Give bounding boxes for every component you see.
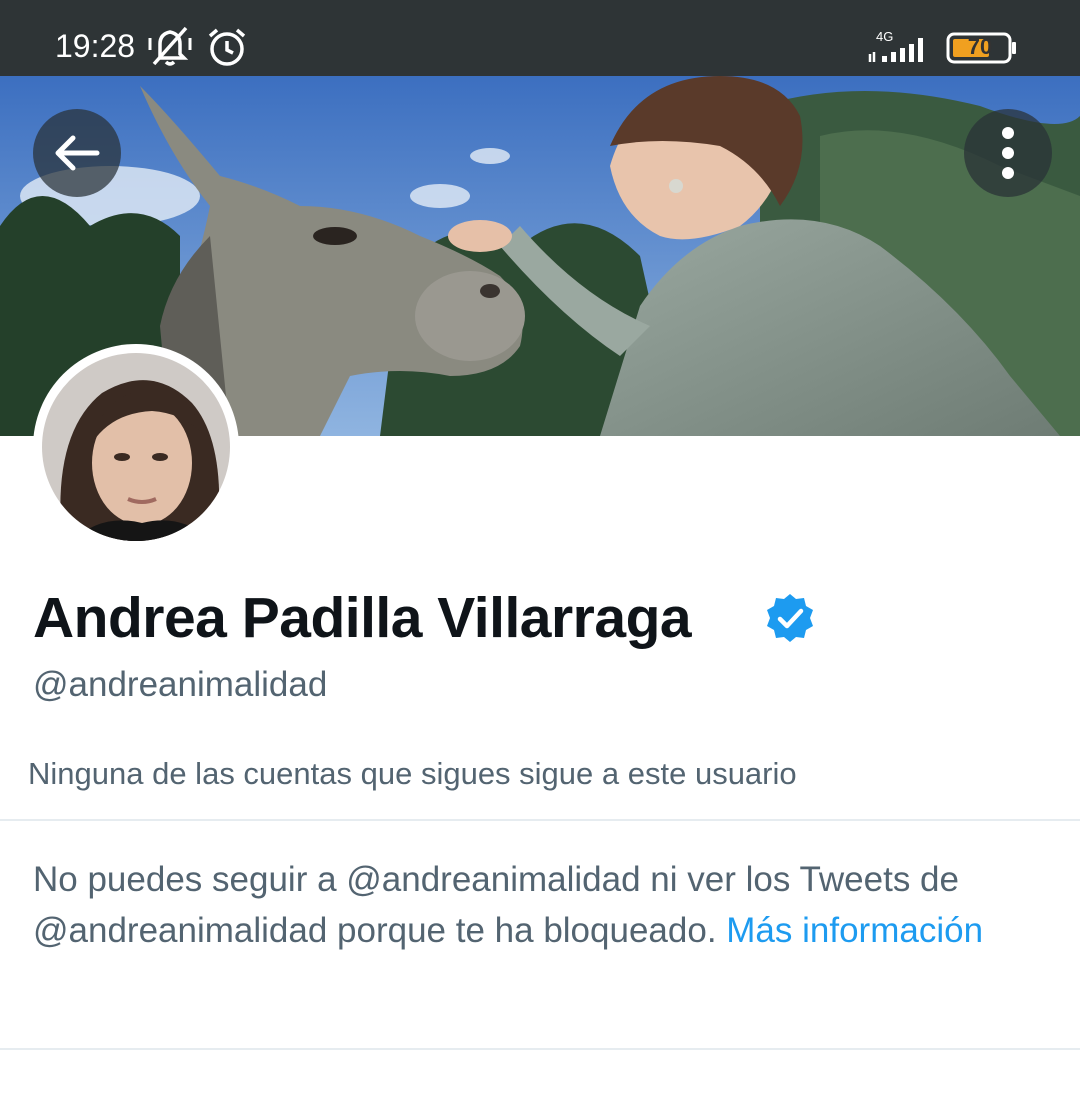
- vertical-dots-icon: [1002, 127, 1014, 179]
- back-button[interactable]: [33, 109, 121, 197]
- display-name: Andrea Padilla Villarraga: [33, 586, 692, 650]
- network-label: 4G: [876, 29, 893, 44]
- avatar[interactable]: [33, 344, 239, 550]
- divider: [0, 1048, 1080, 1050]
- more-options-button[interactable]: [964, 109, 1052, 197]
- alarm-icon: [208, 28, 246, 66]
- profile-handle: @andreanimalidad: [33, 665, 328, 704]
- verified-badge-icon: [767, 594, 813, 642]
- status-time: 19:28: [55, 28, 136, 64]
- divider: [0, 819, 1080, 821]
- arrow-left-icon: [55, 135, 100, 171]
- signal-icon: 4G: [868, 29, 923, 62]
- battery-level: 70: [967, 34, 993, 59]
- mute-icon: [148, 26, 192, 66]
- followers-you-know-note: Ninguna de las cuentas que sigues sigue …: [28, 756, 797, 791]
- status-bar: 19:28 4G 70: [0, 0, 1080, 76]
- more-info-link[interactable]: Más información: [726, 911, 983, 950]
- avatar-photo: [42, 353, 230, 541]
- blocked-message: No puedes seguir a @andreanimalidad ni v…: [33, 854, 1033, 956]
